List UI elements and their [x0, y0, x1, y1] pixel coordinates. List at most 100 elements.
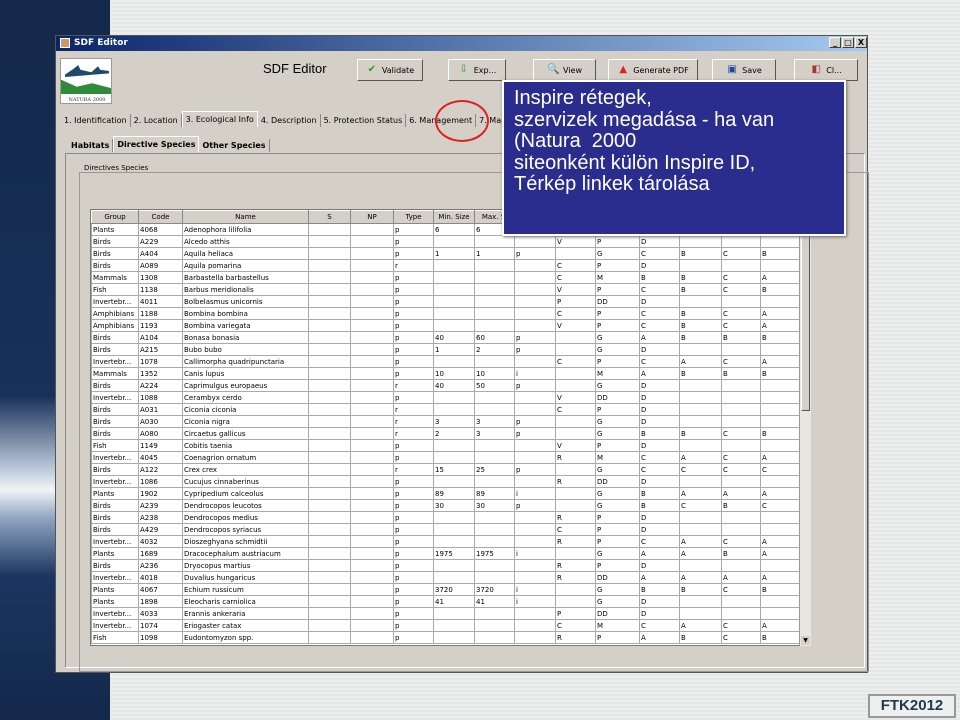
table-cell[interactable] — [679, 235, 722, 248]
table-cell[interactable]: 1098 — [138, 631, 183, 644]
table-cell[interactable]: p — [393, 439, 434, 452]
table-cell[interactable]: D — [639, 439, 680, 452]
table-cell[interactable] — [350, 511, 394, 524]
table-cell[interactable]: Amphibians — [91, 319, 139, 332]
table-cell[interactable]: C — [555, 523, 596, 536]
table-cell[interactable]: p — [393, 475, 434, 488]
table-cell[interactable]: A — [639, 631, 680, 644]
table-cell[interactable] — [433, 475, 475, 488]
table-cell[interactable]: p — [393, 223, 434, 236]
table-cell[interactable] — [308, 259, 351, 272]
table-cell[interactable]: p — [393, 343, 434, 356]
table-cell[interactable]: Plants — [91, 595, 139, 608]
table-cell[interactable] — [474, 607, 515, 620]
table-cell[interactable]: A — [760, 307, 801, 320]
table-cell[interactable]: 4067 — [138, 583, 183, 596]
table-cell[interactable] — [308, 343, 351, 356]
table-cell[interactable]: Birds — [91, 427, 139, 440]
table-cell[interactable] — [308, 271, 351, 284]
table-cell[interactable] — [350, 571, 394, 584]
table-cell[interactable]: Aquila heliaca — [182, 247, 309, 260]
table-cell[interactable] — [514, 307, 556, 320]
table-cell[interactable] — [760, 511, 801, 524]
table-cell[interactable] — [760, 559, 801, 572]
table-cell[interactable] — [760, 475, 801, 488]
table-cell[interactable] — [308, 235, 351, 248]
table-cell[interactable]: Invertebr... — [91, 619, 139, 632]
table-cell[interactable] — [760, 415, 801, 428]
table-cell[interactable] — [350, 355, 394, 368]
table-cell[interactable]: R — [555, 535, 596, 548]
table-cell[interactable]: B — [721, 547, 761, 560]
table-cell[interactable] — [433, 619, 475, 632]
table-cell[interactable]: Plants — [91, 223, 139, 236]
table-cell[interactable] — [474, 523, 515, 536]
table-cell[interactable] — [514, 619, 556, 632]
table-row[interactable]: Fish 1138 Barbus meridionalis p V P C B C B — [91, 283, 801, 296]
table-cell[interactable]: Circaetus gallicus — [182, 427, 309, 440]
table-cell[interactable]: 2 — [474, 343, 515, 356]
table-cell[interactable]: p — [393, 295, 434, 308]
table-cell[interactable]: D — [639, 415, 680, 428]
table-cell[interactable]: p — [514, 379, 556, 392]
table-cell[interactable]: D — [639, 607, 680, 620]
table-cell[interactable]: p — [393, 235, 434, 248]
table-cell[interactable]: 40 — [433, 331, 475, 344]
table-cell[interactable] — [474, 571, 515, 584]
table-cell[interactable]: Canis lupus — [182, 367, 309, 380]
table-cell[interactable] — [760, 595, 801, 608]
table-cell[interactable]: V — [555, 283, 596, 296]
table-cell[interactable] — [308, 511, 351, 524]
table-cell[interactable] — [433, 283, 475, 296]
table-cell[interactable] — [760, 391, 801, 404]
table-cell[interactable]: D — [639, 595, 680, 608]
table-cell[interactable]: Birds — [91, 343, 139, 356]
table-cell[interactable]: Cucujus cinnaberinus — [182, 475, 309, 488]
table-cell[interactable]: 25 — [474, 463, 515, 476]
table-cell[interactable]: C — [721, 535, 761, 548]
table-cell[interactable]: p — [393, 451, 434, 464]
table-cell[interactable]: 4032 — [138, 535, 183, 548]
table-row[interactable]: Birds A239 Dendrocopos leucotos p 30 30 p G B C B C — [91, 499, 801, 512]
table-cell[interactable] — [474, 511, 515, 524]
table-cell[interactable]: R — [555, 571, 596, 584]
table-cell[interactable] — [721, 607, 761, 620]
table-row[interactable]: Birds A030 Ciconia nigra r 3 3 p G D — [91, 415, 801, 428]
table-cell[interactable] — [721, 439, 761, 452]
table-cell[interactable]: i — [514, 367, 556, 380]
table-cell[interactable]: B — [679, 307, 722, 320]
table-cell[interactable] — [350, 235, 394, 248]
table-cell[interactable] — [433, 439, 475, 452]
table-cell[interactable]: Duvalius hungaricus — [182, 571, 309, 584]
table-cell[interactable] — [308, 403, 351, 416]
table-cell[interactable]: A429 — [138, 523, 183, 536]
table-cell[interactable]: 1138 — [138, 283, 183, 296]
table-cell[interactable]: A — [679, 355, 722, 368]
table-cell[interactable]: 10 — [433, 367, 475, 380]
table-cell[interactable]: 41 — [433, 595, 475, 608]
table-cell[interactable] — [514, 319, 556, 332]
table-cell[interactable]: Invertebr... — [91, 391, 139, 404]
table-cell[interactable]: p — [393, 247, 434, 260]
table-cell[interactable]: 40 — [433, 379, 475, 392]
table-cell[interactable]: p — [393, 595, 434, 608]
table-cell[interactable]: P — [595, 319, 640, 332]
table-cell[interactable]: Birds — [91, 235, 139, 248]
table-cell[interactable]: Bombina bombina — [182, 307, 309, 320]
table-cell[interactable]: DD — [595, 607, 640, 620]
table-cell[interactable]: C — [721, 427, 761, 440]
table-cell[interactable]: r — [393, 427, 434, 440]
table-cell[interactable]: 89 — [433, 487, 475, 500]
table-row[interactable]: Birds A236 Dryocopus martius p R P D — [91, 559, 801, 572]
table-cell[interactable] — [350, 403, 394, 416]
table-row[interactable]: Birds A429 Dendrocopos syriacus p C P D — [91, 523, 801, 536]
table-cell[interactable]: B — [679, 367, 722, 380]
table-cell[interactable]: DD — [595, 391, 640, 404]
table-cell[interactable] — [308, 499, 351, 512]
scrollbar-thumb[interactable] — [801, 221, 810, 411]
table-cell[interactable] — [433, 319, 475, 332]
table-cell[interactable]: D — [639, 295, 680, 308]
table-cell[interactable] — [514, 511, 556, 524]
table-cell[interactable] — [350, 331, 394, 344]
table-cell[interactable]: Dendrocopos medius — [182, 511, 309, 524]
